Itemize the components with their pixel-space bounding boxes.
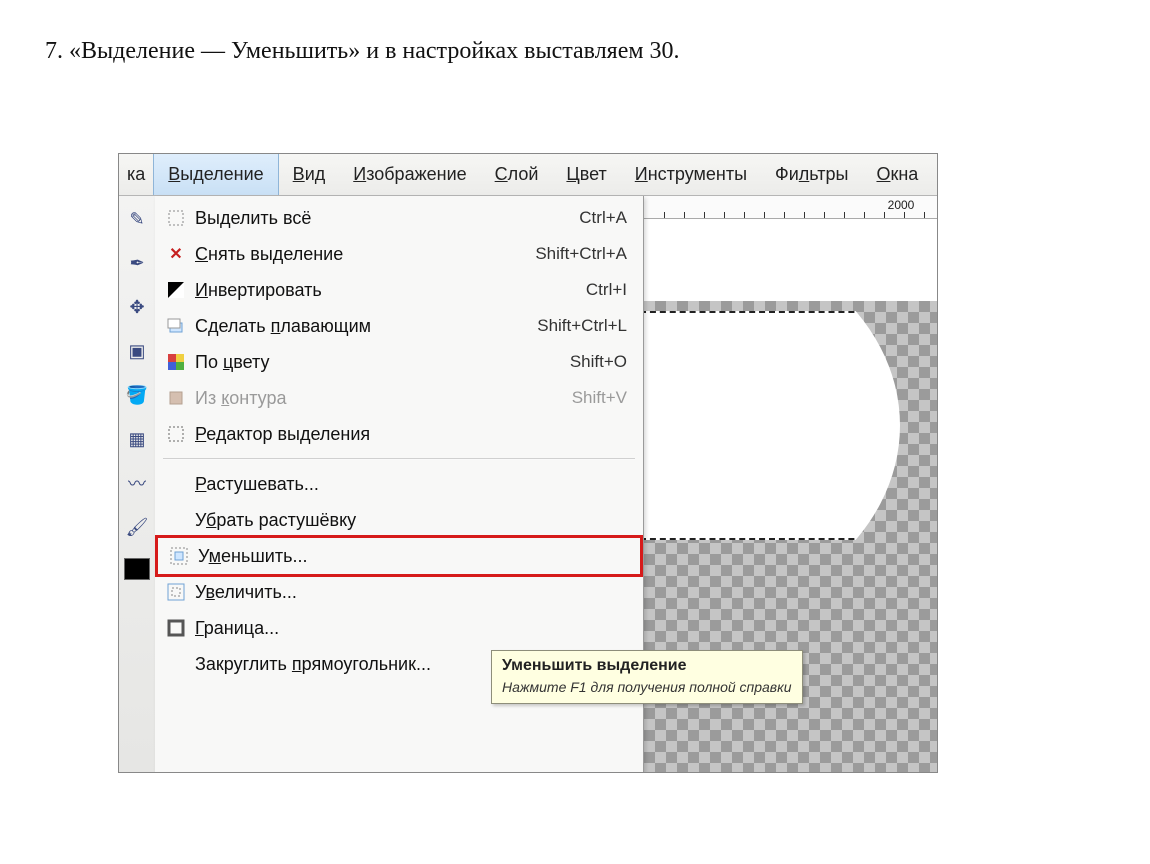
- menuitem-feather[interactable]: Растушевать...: [155, 466, 643, 502]
- shrink-icon: [166, 547, 192, 565]
- invert-icon: [163, 281, 189, 299]
- tool-grid-icon[interactable]: ▦: [124, 426, 150, 452]
- tool-crop-icon[interactable]: ▣: [124, 338, 150, 364]
- menu-layer[interactable]: Слой: [481, 154, 553, 195]
- tool-lasso-icon[interactable]: ✎: [124, 206, 150, 232]
- menuitem-selection-editor[interactable]: Редактор выделения: [155, 416, 643, 452]
- menuitem-select-none[interactable]: ✕ Снять выделение Shift+Ctrl+A: [155, 236, 643, 272]
- page-instruction: 7. «Выделение — Уменьшить» и в настройка…: [45, 38, 680, 65]
- menu-color[interactable]: Цвет: [552, 154, 620, 195]
- float-icon: [163, 317, 189, 335]
- menuitem-shrink[interactable]: Уменьшить...: [155, 535, 643, 577]
- tooltip: Уменьшить выделение Нажмите F1 для получ…: [491, 650, 803, 704]
- fg-color-swatch[interactable]: [124, 558, 150, 580]
- menu-filters[interactable]: Фильтры: [761, 154, 862, 195]
- menu-tools[interactable]: Инструменты: [621, 154, 761, 195]
- ruler-mark: 2000: [888, 198, 915, 212]
- grow-icon: [163, 583, 189, 601]
- menuitem-from-path: Из контура Shift+V: [155, 380, 643, 416]
- menu-separator: [163, 458, 635, 460]
- close-x-icon: ✕: [163, 244, 189, 264]
- menubar-partial-item: ка: [125, 154, 153, 195]
- menu-image[interactable]: Изображение: [339, 154, 480, 195]
- menu-selection[interactable]: Выделение: [153, 154, 278, 195]
- by-color-icon: [163, 353, 189, 371]
- border-icon: [163, 619, 189, 637]
- tool-brush-icon[interactable]: 🖌: [124, 514, 150, 540]
- menuitem-invert[interactable]: Инвертировать Ctrl+I: [155, 272, 643, 308]
- tooltip-body: Нажмите F1 для получения полной справки: [502, 679, 792, 695]
- screenshot-frame: ка Выделение Вид Изображение Слой Цвет И…: [118, 153, 938, 773]
- menuitem-float[interactable]: Сделать плавающим Shift+Ctrl+L: [155, 308, 643, 344]
- tool-move-icon[interactable]: ✥: [124, 294, 150, 320]
- toolbox-edge: ✎ ✒ ✥ ▣ 🪣 ▦ 〰 🖌: [119, 196, 156, 772]
- menu-windows[interactable]: Окна: [862, 154, 918, 195]
- tool-smudge-icon[interactable]: 〰: [124, 470, 150, 496]
- selection-marquee: [640, 311, 904, 540]
- from-path-icon: [163, 389, 189, 407]
- tool-pen-icon[interactable]: ✒: [124, 250, 150, 276]
- editor-icon: [163, 425, 189, 443]
- menuitem-grow[interactable]: Увеличить...: [155, 574, 643, 610]
- menuitem-select-all[interactable]: Выделить всё Ctrl+A: [155, 200, 643, 236]
- menubar: ка Выделение Вид Изображение Слой Цвет И…: [119, 154, 937, 196]
- menuitem-border[interactable]: Граница...: [155, 610, 643, 646]
- select-all-icon: [163, 209, 189, 227]
- menuitem-by-color[interactable]: По цвету Shift+O: [155, 344, 643, 380]
- menuitem-sharpen[interactable]: Убрать растушёвку: [155, 502, 643, 538]
- menu-view[interactable]: Вид: [279, 154, 340, 195]
- tooltip-title: Уменьшить выделение: [502, 657, 792, 675]
- horizontal-ruler: 2000: [644, 196, 937, 219]
- tool-bucket-icon[interactable]: 🪣: [124, 382, 150, 408]
